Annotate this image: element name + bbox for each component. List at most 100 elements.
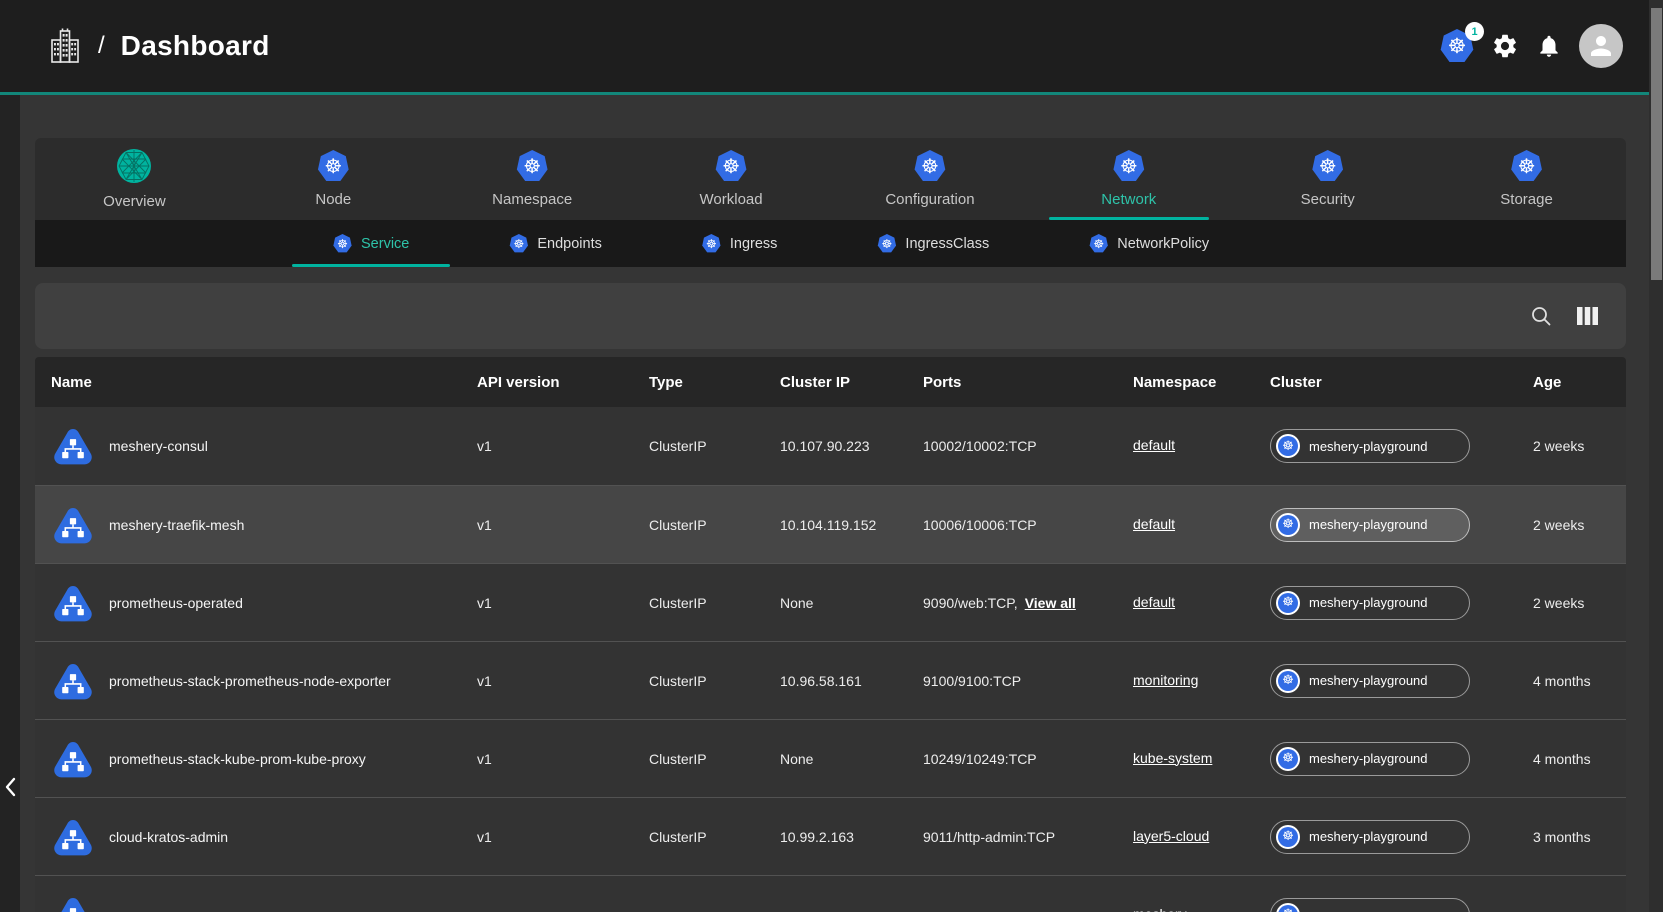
- api-version-cell: v1: [477, 595, 649, 611]
- kubernetes-icon: ☸: [1276, 434, 1300, 458]
- view-columns-button[interactable]: [1577, 307, 1598, 325]
- kubernetes-icon: ☸: [1276, 591, 1300, 615]
- table-row[interactable]: prometheus-stack-kube-prom-kube-proxy v1…: [35, 719, 1626, 797]
- settings-button[interactable]: [1491, 32, 1519, 60]
- service-icon: [51, 503, 95, 547]
- network-subtabs: ☸ Service ☸ Endpoints ☸ Ingress ☸ Ingres…: [35, 220, 1626, 267]
- collapsed-side-panel: [0, 95, 20, 912]
- namespace-cell: monitoring: [1133, 672, 1270, 690]
- table-row[interactable]: meshery-traefik-mesh v1 ClusterIP 10.104…: [35, 485, 1626, 563]
- resource-tab[interactable]: ☸ Storage: [1427, 138, 1626, 220]
- namespace-link[interactable]: kube-system: [1133, 750, 1212, 766]
- column-header[interactable]: Type: [649, 374, 780, 391]
- cluster-chip[interactable]: ☸: [1270, 898, 1470, 912]
- ports-cell: 9100/9100:TCP: [923, 673, 1133, 689]
- ports-value: 10249/10249:TCP: [923, 751, 1037, 767]
- namespace-link[interactable]: default: [1133, 437, 1175, 453]
- service-icon: [51, 737, 95, 781]
- cluster-cell: ☸ meshery-playground: [1270, 508, 1533, 542]
- resource-tab-label: Storage: [1500, 191, 1553, 208]
- avatar: [1579, 24, 1623, 68]
- namespace-cell: default: [1133, 437, 1270, 455]
- column-header[interactable]: Name: [51, 374, 477, 391]
- type-cell: ClusterIP: [649, 438, 780, 454]
- scrollbar-thumb[interactable]: [1651, 8, 1662, 280]
- view-all-ports-link[interactable]: View all: [1025, 595, 1076, 611]
- resource-tab[interactable]: ☸ Namespace: [433, 138, 632, 220]
- api-version-cell: v1: [477, 751, 649, 767]
- cluster-chip[interactable]: ☸ meshery-playground: [1270, 586, 1470, 620]
- cluster-chip[interactable]: ☸ meshery-playground: [1270, 664, 1470, 698]
- resource-tab[interactable]: ☸ Node: [234, 138, 433, 220]
- meshery-logo-icon: [116, 148, 152, 184]
- type-cell: ClusterIP: [649, 673, 780, 689]
- namespace-link[interactable]: meshery: [1133, 906, 1187, 912]
- column-header[interactable]: Namespace: [1133, 374, 1270, 391]
- ports-value: 9090/web:TCP,: [923, 595, 1018, 611]
- search-button[interactable]: [1529, 304, 1553, 328]
- column-header[interactable]: Ports: [923, 374, 1133, 391]
- network-subtab[interactable]: ☸ Endpoints: [509, 220, 602, 267]
- cluster-chip[interactable]: ☸ meshery-playground: [1270, 508, 1470, 542]
- cluster-chip-label: meshery-playground: [1309, 751, 1428, 766]
- table-row[interactable]: meshery ☸: [35, 875, 1626, 912]
- column-header[interactable]: API version: [477, 374, 649, 391]
- resource-tab[interactable]: ☸ Overview: [35, 138, 234, 220]
- cluster-chip-label: meshery-playground: [1309, 439, 1428, 454]
- network-subtab[interactable]: ☸ IngressClass: [877, 220, 989, 267]
- notifications-button[interactable]: [1536, 33, 1562, 59]
- column-header[interactable]: Age: [1533, 374, 1626, 391]
- cluster-ip-cell: None: [780, 751, 923, 767]
- namespace-link[interactable]: default: [1133, 594, 1175, 610]
- namespace-link[interactable]: default: [1133, 516, 1175, 532]
- namespace-link[interactable]: monitoring: [1133, 672, 1198, 688]
- table-header-row: Name API version Type Cluster IP Ports N…: [35, 357, 1626, 407]
- resource-tab[interactable]: ☸ Security: [1228, 138, 1427, 220]
- age-cell: 2 weeks: [1533, 517, 1626, 533]
- service-name: prometheus-operated: [109, 595, 243, 611]
- collapse-panel-button[interactable]: [0, 767, 20, 807]
- kubernetes-icon: ☸: [1276, 669, 1300, 693]
- ports-cell: 9090/web:TCP, View all: [923, 595, 1133, 611]
- service-name: meshery-consul: [109, 438, 208, 454]
- organization-icon[interactable]: [48, 27, 82, 65]
- kubernetes-icon: ☸: [333, 234, 352, 253]
- cluster-chip[interactable]: ☸ meshery-playground: [1270, 742, 1470, 776]
- table-row[interactable]: prometheus-stack-prometheus-node-exporte…: [35, 641, 1626, 719]
- column-header[interactable]: Cluster: [1270, 374, 1533, 391]
- resource-tab[interactable]: ☸ Configuration: [831, 138, 1030, 220]
- name-cell: prometheus-stack-kube-prom-kube-proxy: [51, 737, 477, 781]
- kubernetes-icon: ☸: [1276, 825, 1300, 849]
- account-button[interactable]: [1579, 24, 1623, 68]
- cluster-chip[interactable]: ☸ meshery-playground: [1270, 429, 1470, 463]
- resource-tab[interactable]: ☸ Network: [1029, 138, 1228, 220]
- kubernetes-icon: ☸: [914, 150, 946, 182]
- table-toolbar: [35, 283, 1626, 349]
- kubernetes-icon: ☸: [509, 234, 528, 253]
- table-row[interactable]: prometheus-operated v1 ClusterIP None 90…: [35, 563, 1626, 641]
- namespace-link[interactable]: layer5-cloud: [1133, 828, 1209, 844]
- network-subtab-label: Endpoints: [537, 236, 602, 252]
- table-row[interactable]: meshery-consul v1 ClusterIP 10.107.90.22…: [35, 407, 1626, 485]
- network-subtab[interactable]: ☸ Ingress: [702, 220, 778, 267]
- kubernetes-context-button[interactable]: ☸ 1: [1440, 29, 1474, 63]
- cluster-cell: ☸ meshery-playground: [1270, 742, 1533, 776]
- ports-cell: 10249/10249:TCP: [923, 751, 1133, 767]
- cluster-chip-label: meshery-playground: [1309, 517, 1428, 532]
- type-cell: ClusterIP: [649, 595, 780, 611]
- api-version-cell: v1: [477, 438, 649, 454]
- main-content: ☸ Overview ☸ Node: [0, 95, 1663, 912]
- network-subtab[interactable]: ☸ NetworkPolicy: [1089, 220, 1209, 267]
- resource-tab[interactable]: ☸ Workload: [632, 138, 831, 220]
- network-subtab[interactable]: ☸ Service: [333, 220, 409, 267]
- column-header[interactable]: Cluster IP: [780, 374, 923, 391]
- table-row[interactable]: cloud-kratos-admin v1 ClusterIP 10.99.2.…: [35, 797, 1626, 875]
- cluster-chip[interactable]: ☸ meshery-playground: [1270, 820, 1470, 854]
- age-cell: 2 weeks: [1533, 595, 1626, 611]
- service-icon: [51, 815, 95, 859]
- network-subtab-label: Ingress: [730, 236, 778, 252]
- type-cell: ClusterIP: [649, 751, 780, 767]
- context-count-badge: 1: [1465, 22, 1484, 41]
- cluster-cell: ☸: [1270, 898, 1533, 912]
- page-scrollbar[interactable]: [1649, 0, 1663, 912]
